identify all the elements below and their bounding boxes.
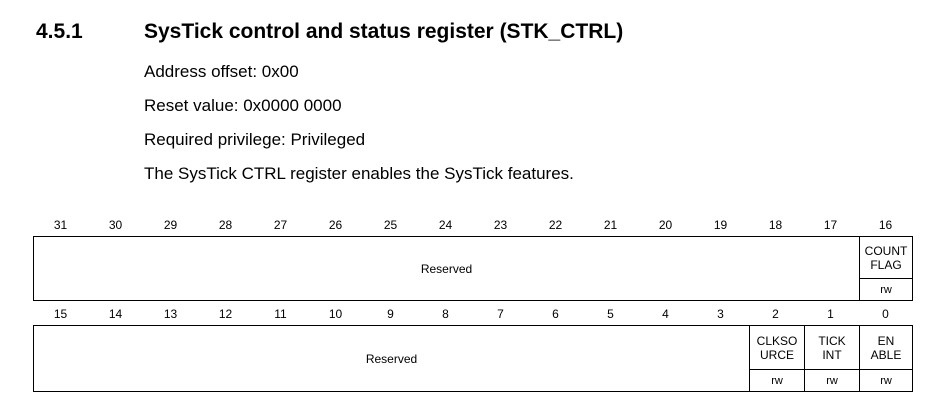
- bit-number: 28: [218, 218, 233, 232]
- bit-number: 19: [713, 218, 728, 232]
- lower-bit-numbers: 15 14 13 12 11 10 9 8 7 6 5 4 3 2 1 0: [33, 305, 913, 323]
- section-number: 4.5.1: [36, 20, 83, 43]
- reserved-field: Reserved: [420, 261, 473, 276]
- bit-number: 21: [603, 218, 618, 232]
- bit-number: 14: [108, 307, 123, 321]
- bit-number: 15: [53, 307, 68, 321]
- bit-number: 6: [552, 307, 559, 321]
- field-access: rw: [805, 369, 859, 391]
- section-title: SysTick control and status register (STK…: [144, 20, 624, 43]
- bit-number: 7: [497, 307, 504, 321]
- countflag-field: COUNT FLAG rw: [859, 237, 912, 300]
- bit-number: 0: [882, 307, 889, 321]
- bit-number: 25: [383, 218, 398, 232]
- bit-number: 11: [274, 307, 287, 321]
- bit-number: 16: [878, 218, 893, 232]
- bit-number: 30: [108, 218, 123, 232]
- reserved-field: Reserved: [365, 351, 418, 366]
- tickint-field: TICK INT rw: [804, 326, 859, 391]
- bit-number: 31: [53, 218, 68, 232]
- enable-field: EN ABLE rw: [859, 326, 912, 391]
- bit-number: 12: [218, 307, 233, 321]
- bit-number: 24: [438, 218, 453, 232]
- clksource-field: CLKSO URCE rw: [749, 326, 804, 391]
- bit-number: 9: [387, 307, 394, 321]
- upper-register-table: Reserved COUNT FLAG rw: [33, 236, 913, 301]
- bit-number: 27: [273, 218, 288, 232]
- bit-number: 22: [548, 218, 563, 232]
- bit-number: 10: [328, 307, 343, 321]
- upper-bit-numbers: 31 30 29 28 27 26 25 24 23 22 21 20 19 1…: [33, 216, 913, 234]
- field-access: rw: [860, 369, 912, 391]
- bit-number: 29: [163, 218, 178, 232]
- bit-number: 1: [827, 307, 834, 321]
- bit-number: 18: [768, 218, 783, 232]
- bit-number: 8: [442, 307, 449, 321]
- field-name: EN ABLE: [870, 333, 902, 362]
- bit-number: 2: [772, 307, 779, 321]
- bit-number: 23: [493, 218, 508, 232]
- bit-number: 26: [328, 218, 343, 232]
- bit-number: 3: [717, 307, 724, 321]
- reset-value-text: Reset value: 0x0000 0000: [144, 96, 342, 115]
- register-description-text: The SysTick CTRL register enables the Sy…: [144, 164, 574, 183]
- bit-number: 20: [658, 218, 673, 232]
- field-access: rw: [750, 369, 804, 391]
- field-access: rw: [860, 278, 912, 300]
- bit-number: 17: [823, 218, 838, 232]
- field-name: CLKSO URCE: [756, 333, 798, 362]
- field-name: COUNT FLAG: [864, 243, 908, 272]
- lower-register-table: Reserved CLKSO URCE rw TICK INT rw EN AB…: [33, 325, 913, 392]
- bit-number: 5: [607, 307, 614, 321]
- bit-number: 13: [163, 307, 178, 321]
- bit-number: 4: [662, 307, 669, 321]
- field-name: TICK INT: [818, 333, 846, 362]
- required-privilege-text: Required privilege: Privileged: [144, 130, 366, 149]
- address-offset-text: Address offset: 0x00: [144, 62, 299, 81]
